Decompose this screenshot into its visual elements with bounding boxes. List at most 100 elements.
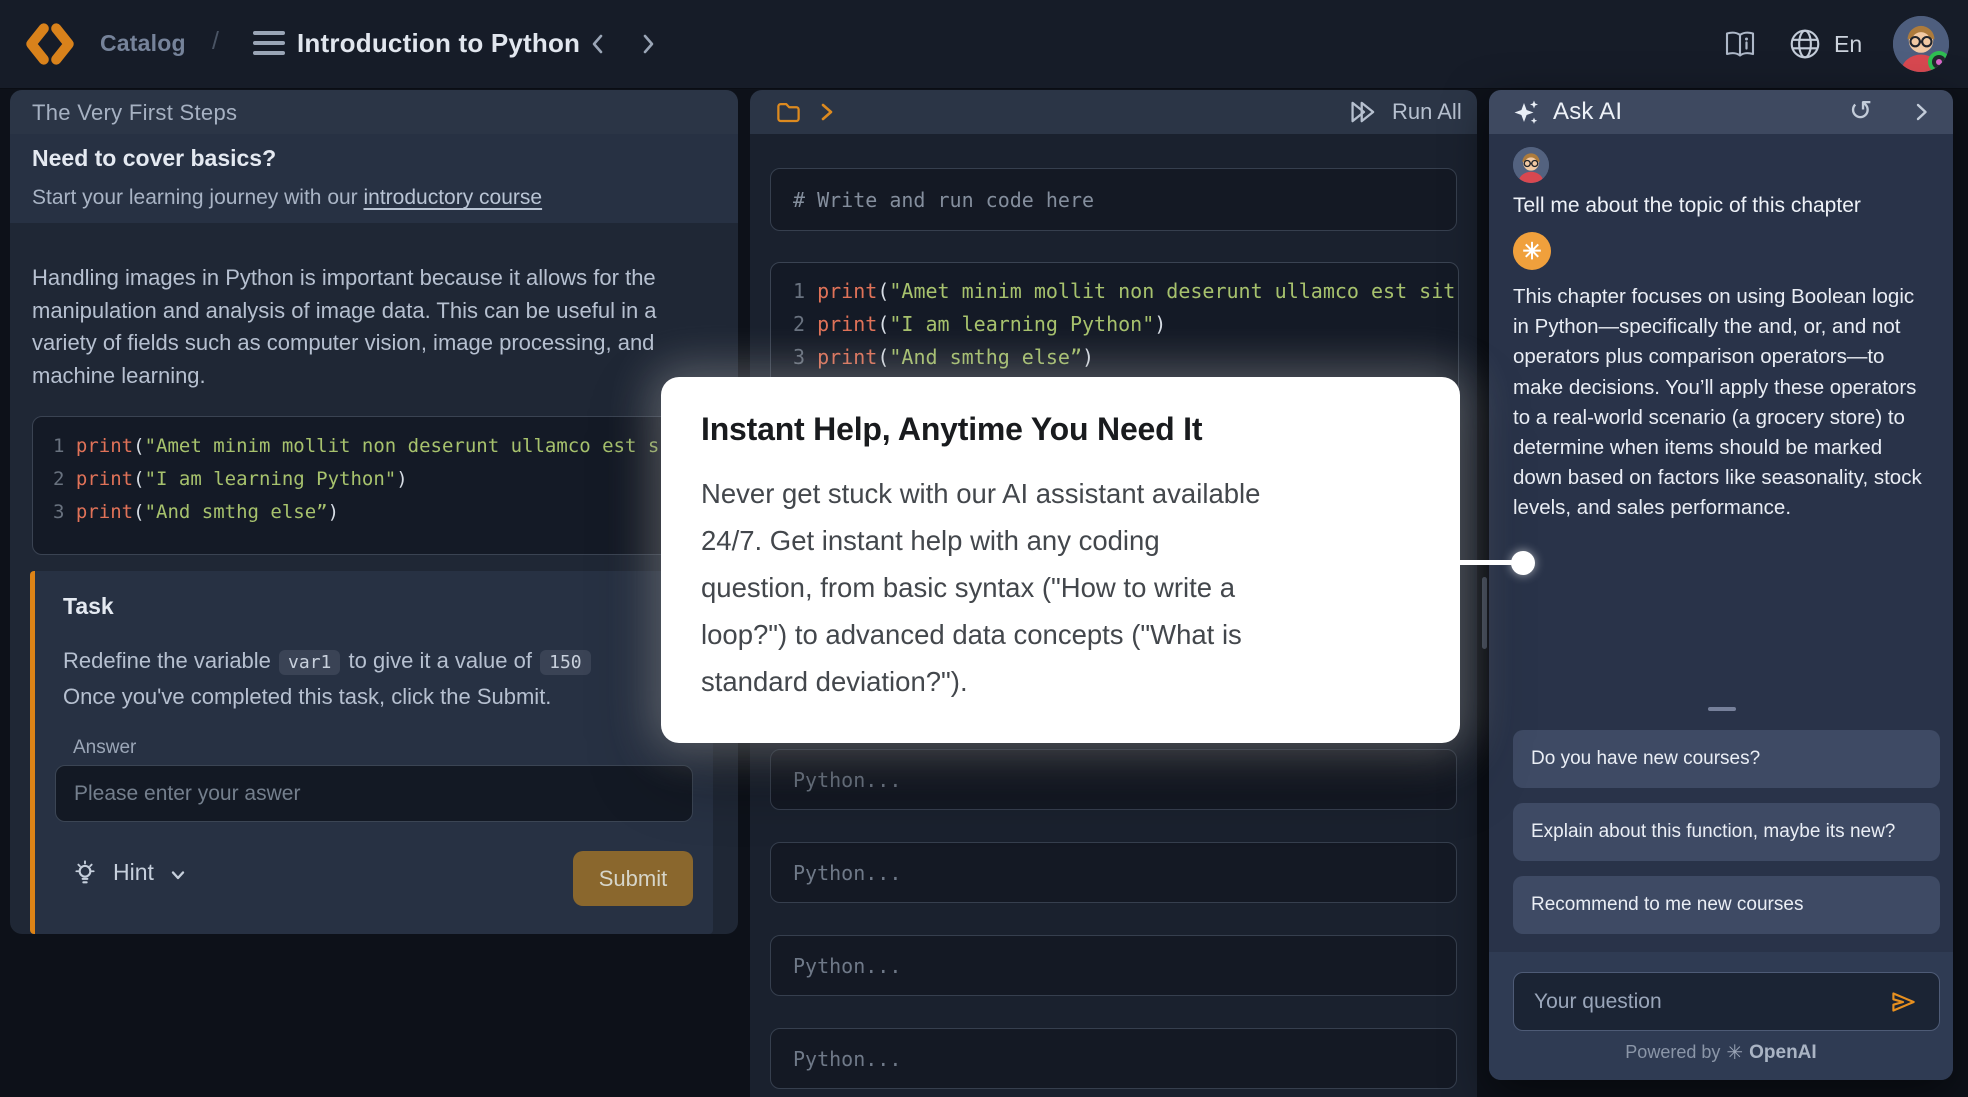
- chevron-down-icon: [166, 863, 190, 887]
- sparkles-icon: [1511, 98, 1541, 128]
- editor-toolbar: Run All: [750, 90, 1477, 134]
- chat-user-avatar: [1513, 147, 1549, 183]
- popup-body-line: 24/7. Get instant help with any coding: [701, 517, 1420, 564]
- refresh-icon[interactable]: ↺: [1849, 94, 1872, 127]
- code-line: 2 print("I am learning Python"): [33, 463, 717, 496]
- ai-answer-line: This chapter focuses on using Boolean lo…: [1513, 282, 1938, 312]
- next-chapter-icon[interactable]: [635, 31, 661, 57]
- python-cell-3[interactable]: [770, 935, 1457, 996]
- app-root: Catalog / Introduction to Python: [0, 0, 1968, 1097]
- task-text: to give it a value of: [349, 648, 532, 673]
- popup-body-line: loop?") to advanced data concepts ("What…: [701, 611, 1420, 658]
- run-all-label: Run All: [1392, 99, 1462, 125]
- hint-toggle[interactable]: Hint: [71, 859, 190, 887]
- ai-answer-line: determine when items should be marked: [1513, 433, 1938, 463]
- onboarding-popup: Instant Help, Anytime You Need It Never …: [661, 377, 1460, 743]
- top-bar: Catalog / Introduction to Python: [0, 0, 1968, 89]
- language-switcher[interactable]: En: [1788, 27, 1862, 61]
- ai-answer-line: operators plus comparison operators—to: [1513, 342, 1938, 372]
- powered-by-text: Powered by: [1625, 1042, 1720, 1063]
- task-text: Once you've completed this task, click t…: [63, 684, 551, 709]
- breadcrumb-separator: /: [212, 27, 219, 56]
- glossary-book-icon[interactable]: [1722, 29, 1758, 59]
- python-cell-4[interactable]: [770, 1028, 1457, 1089]
- task-heading: Task: [63, 593, 114, 620]
- collapse-panel-chevron-icon[interactable]: [1909, 100, 1933, 124]
- powered-by: Powered by ✳ OpenAI: [1489, 1040, 1953, 1065]
- breadcrumb-catalog[interactable]: Catalog: [100, 30, 186, 57]
- code-cell-empty[interactable]: [770, 168, 1457, 231]
- files-folder-icon[interactable]: [775, 99, 802, 125]
- code-line: 1 print("Amet minim mollit non deserunt …: [771, 275, 1458, 308]
- ask-ai-header: Ask AI ↺: [1489, 90, 1953, 134]
- lightbulb-icon: [71, 859, 99, 887]
- submit-button[interactable]: Submit: [573, 851, 693, 906]
- lesson-paragraph: Handling images in Python is important b…: [32, 262, 657, 392]
- suggestion-recommend-courses[interactable]: Recommend to me new courses: [1513, 876, 1940, 934]
- task-value-chip: 150: [540, 650, 591, 675]
- popup-body-line: standard deviation?").: [701, 658, 1420, 705]
- lesson-panel-header: The Very First Steps: [10, 90, 738, 134]
- basics-text: Start your learning journey with our int…: [32, 186, 542, 210]
- hint-label: Hint: [113, 859, 154, 886]
- drag-handle[interactable]: [1708, 707, 1736, 711]
- popup-body: Never get stuck with our AI assistant av…: [701, 470, 1420, 705]
- question-input[interactable]: [1513, 972, 1940, 1031]
- task-variable-chip: var1: [279, 650, 340, 675]
- ai-answer-line: in Python—specifically the and, or, and …: [1513, 312, 1938, 342]
- answer-label: Answer: [73, 737, 136, 759]
- ai-answer-line: to a real-world scenario (a grocery stor…: [1513, 403, 1938, 433]
- basics-heading: Need to cover basics?: [32, 145, 276, 172]
- brand-logo-icon[interactable]: [22, 15, 78, 73]
- code-line: 3 print("And smthg else”): [33, 496, 717, 529]
- language-label: En: [1834, 31, 1862, 58]
- basics-text-prefix: Start your learning journey with our: [32, 186, 364, 209]
- user-message: Tell me about the topic of this chapter: [1513, 194, 1861, 218]
- paragraph-line: Handling images in Python is important b…: [32, 262, 657, 295]
- task-section: Task Redefine the variable var1 to give …: [30, 571, 713, 934]
- popup-connector-dot: [1511, 551, 1535, 575]
- answer-input[interactable]: [55, 765, 693, 822]
- popup-title: Instant Help, Anytime You Need It: [701, 411, 1420, 448]
- lesson-panel: The Very First Steps Need to cover basic…: [10, 90, 738, 934]
- task-text: Redefine the variable: [63, 648, 271, 673]
- openai-avatar: ✳: [1513, 232, 1551, 270]
- task-description: Redefine the variable var1 to give it a …: [63, 644, 693, 714]
- ai-answer-line: down based on factors like seasonality, …: [1513, 463, 1938, 493]
- paragraph-line: variety of fields such as computer visio…: [32, 327, 657, 360]
- python-cell-1[interactable]: [770, 749, 1457, 810]
- send-icon[interactable]: [1887, 986, 1919, 1018]
- chapter-menu-icon[interactable]: [253, 31, 285, 55]
- popup-body-line: question, from basic syntax ("How to wri…: [701, 564, 1420, 611]
- introductory-course-link[interactable]: introductory course: [364, 186, 543, 209]
- ai-answer: This chapter focuses on using Boolean lo…: [1513, 282, 1938, 524]
- paragraph-line: machine learning.: [32, 360, 657, 393]
- scrollbar-thumb[interactable]: [1482, 577, 1487, 649]
- run-all-icon: [1348, 98, 1380, 126]
- ask-ai-title: Ask AI: [1553, 98, 1622, 126]
- ask-ai-footer: Powered by ✳ OpenAI: [1489, 952, 1953, 1080]
- openai-knot-icon: ✳: [1522, 238, 1541, 265]
- prev-chapter-icon[interactable]: [585, 31, 611, 57]
- openai-brand: OpenAI: [1749, 1042, 1817, 1064]
- popup-connector-line: [1451, 560, 1513, 565]
- openai-logo-icon: ✳: [1726, 1040, 1743, 1065]
- ask-ai-panel: Ask AI ↺ Tell me about the topic of this…: [1489, 90, 1953, 1080]
- basics-callout: Need to cover basics? Start your learnin…: [10, 134, 738, 223]
- user-avatar[interactable]: [1893, 16, 1949, 72]
- ai-answer-line: make decisions. You’ll apply these opera…: [1513, 373, 1938, 403]
- page-title: Introduction to Python: [297, 28, 580, 59]
- paragraph-line: manipulation and analysis of image data.…: [32, 295, 657, 328]
- ai-answer-line: levels, and sales performance.: [1513, 493, 1938, 523]
- globe-icon: [1788, 27, 1822, 61]
- expand-files-chevron-icon[interactable]: [814, 100, 838, 124]
- code-line: 2 print("I am learning Python"): [771, 308, 1458, 341]
- suggestion-new-courses[interactable]: Do you have new courses?: [1513, 730, 1940, 788]
- avatar-badge: [1928, 51, 1949, 72]
- popup-body-line: Never get stuck with our AI assistant av…: [701, 470, 1420, 517]
- lesson-title: The Very First Steps: [32, 100, 237, 126]
- suggestion-explain-function[interactable]: Explain about this function, maybe its n…: [1513, 803, 1940, 861]
- python-cell-2[interactable]: [770, 842, 1457, 903]
- lesson-code-block[interactable]: 1 print("Amet minim mollit non deserunt …: [32, 416, 718, 555]
- run-all-button[interactable]: Run All: [1348, 98, 1462, 126]
